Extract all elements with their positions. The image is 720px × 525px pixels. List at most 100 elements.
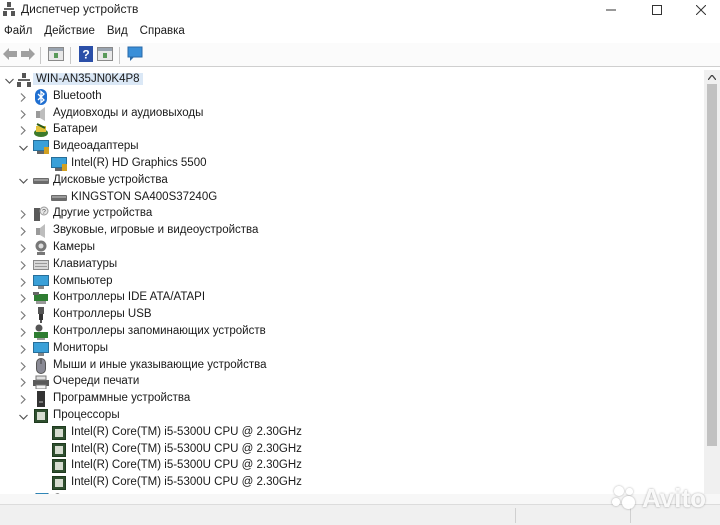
avito-watermark-text: Avito [642, 482, 707, 513]
tree-category-label: Программные устройства [53, 392, 191, 405]
mouse-icon [33, 357, 49, 374]
properties-button[interactable] [97, 46, 113, 64]
scroll-up-button[interactable] [704, 70, 720, 84]
chevron-right-icon[interactable] [17, 274, 29, 291]
tree-category[interactable]: Видеоадаптеры [0, 139, 700, 156]
processor-icon [33, 408, 49, 424]
chevron-right-icon[interactable] [17, 341, 29, 358]
computer-icon [33, 274, 49, 290]
properties-icon [97, 46, 113, 64]
maximize-button[interactable] [634, 0, 680, 20]
menu-view[interactable]: Вид [103, 23, 134, 41]
usb-icon [33, 307, 49, 324]
processor-icon [51, 458, 67, 474]
forward-button[interactable] [20, 47, 36, 63]
tree-device[interactable]: Intel(R) Core(TM) i5-5300U CPU @ 2.30GHz [0, 458, 700, 475]
back-button[interactable] [2, 47, 18, 63]
tree-category[interactable]: Аудиовходы и аудиовыходы [0, 106, 700, 123]
tree-category-label: Bluetooth [53, 89, 102, 102]
bluetooth-icon [33, 88, 49, 105]
scan-hardware-button[interactable] [127, 46, 143, 65]
computer-network-icon [16, 72, 32, 88]
tree-category[interactable]: Звуковые, игровые и видеоустройства [0, 223, 700, 240]
tree-device[interactable]: Intel(R) HD Graphics 5500 [0, 156, 700, 173]
tree-category-label: Контроллеры USB [53, 308, 152, 321]
title-bar: Диспетчер устройств [0, 0, 720, 20]
chevron-right-icon[interactable] [17, 391, 29, 408]
processor-icon [51, 425, 67, 441]
chevron-down-icon[interactable] [3, 72, 15, 89]
back-arrow-icon [3, 47, 17, 63]
tree-category-label: Клавиатуры [53, 257, 118, 270]
chevron-right-icon[interactable] [17, 257, 29, 274]
tree-root-node[interactable]: WIN-AN35JN0K4P8 [0, 72, 700, 89]
tree-category-label: Аудиовходы и аудиовыходы [53, 106, 204, 119]
tree-category[interactable]: ? Другие устройства [0, 206, 700, 223]
tree-category-label: Батареи [53, 123, 98, 136]
tree-category[interactable]: Контроллеры IDE ATA/ATAPI [0, 290, 700, 307]
tree-category[interactable]: Батареи [0, 122, 700, 139]
menu-help[interactable]: Справка [136, 23, 191, 41]
device-tree[interactable]: WIN-AN35JN0K4P8 Bluetooth Аудиовходы и ауд… [0, 70, 704, 494]
tree-category-label: Видеоадаптеры [53, 140, 139, 153]
tree-category-label: Камеры [53, 241, 96, 253]
chevron-down-icon[interactable] [17, 408, 29, 425]
tree-category[interactable]: Мониторы [0, 341, 700, 358]
disk-drive-icon [33, 173, 49, 189]
chevron-right-icon[interactable] [17, 106, 29, 123]
tree-category[interactable]: Очереди печати [0, 374, 700, 391]
tree-category[interactable]: Дисковые устройства [0, 173, 700, 190]
tree-category[interactable]: Клавиатуры [0, 257, 700, 274]
svg-text:?: ? [42, 209, 46, 216]
tree-category-label: Мониторы [53, 341, 109, 354]
tree-device-label: Intel(R) Core(TM) i5-5300U CPU @ 2.30GHz [71, 425, 302, 438]
tree-category[interactable]: Контроллеры USB [0, 307, 700, 324]
tree-device[interactable]: Intel(R) Core(TM) i5-5300U CPU @ 2.30GHz [0, 442, 700, 459]
toolbar-separator [119, 47, 120, 64]
vertical-scrollbar[interactable] [704, 70, 720, 494]
chevron-right-icon[interactable] [17, 122, 29, 139]
chevron-up-icon [707, 72, 717, 82]
tree-device[interactable]: Intel(R) Core(TM) i5-5300U CPU @ 2.30GHz [0, 475, 700, 492]
tree-category[interactable]: Компьютер [0, 274, 700, 291]
help-icon: ? [79, 45, 93, 65]
toolbar-separator [40, 47, 41, 64]
scrollbar-thumb[interactable] [707, 84, 717, 446]
tree-category[interactable]: Камеры [0, 240, 700, 257]
tree-category[interactable]: Bluetooth [0, 88, 700, 106]
tree-device[interactable]: KINGSTON SA400S37240G [0, 190, 700, 207]
menu-bar: Файл Действие Вид Справка [0, 23, 720, 41]
toolbar: ? [0, 43, 720, 67]
chevron-right-icon[interactable] [17, 324, 29, 341]
camera-icon [33, 240, 49, 256]
chevron-right-icon[interactable] [17, 223, 29, 240]
menu-file[interactable]: Файл [0, 23, 38, 41]
chevron-right-icon[interactable] [17, 307, 29, 324]
battery-icon [33, 122, 49, 138]
minimize-button[interactable] [588, 0, 634, 20]
close-button[interactable] [678, 0, 720, 20]
tree-device-label: Intel(R) Core(TM) i5-5300U CPU @ 2.30GHz [71, 459, 302, 472]
chevron-right-icon[interactable] [17, 374, 29, 391]
tree-category[interactable]: Мыши и иные указывающие устройства [0, 357, 700, 375]
chevron-right-icon[interactable] [17, 206, 29, 223]
tree-device-label: KINGSTON SA400S37240G [71, 190, 218, 203]
console-tree-icon [48, 46, 64, 64]
chevron-right-icon[interactable] [17, 89, 29, 106]
tree-category[interactable]: Контроллеры запоминающих устройств [0, 324, 700, 341]
show-hide-tree-button[interactable] [48, 46, 64, 64]
scan-monitor-icon [127, 46, 143, 65]
tree-device[interactable]: Intel(R) Core(TM) i5-5300U CPU @ 2.30GHz [0, 425, 700, 442]
tree-device-label: Intel(R) Core(TM) i5-5300U CPU @ 2.30GHz [71, 442, 302, 455]
menu-action[interactable]: Действие [40, 23, 101, 41]
tree-root-label: WIN-AN35JN0K4P8 [33, 73, 143, 85]
chevron-right-icon[interactable] [17, 290, 29, 307]
tree-category[interactable]: Программные устройства [0, 391, 700, 408]
help-button[interactable]: ? [78, 45, 94, 65]
tree-category-label: Мыши и иные указывающие устройства [53, 358, 267, 371]
chevron-right-icon[interactable] [17, 240, 29, 257]
chevron-down-icon[interactable] [17, 139, 29, 156]
chevron-right-icon[interactable] [17, 358, 29, 375]
tree-category[interactable]: Процессоры [0, 408, 700, 425]
chevron-down-icon[interactable] [17, 173, 29, 190]
